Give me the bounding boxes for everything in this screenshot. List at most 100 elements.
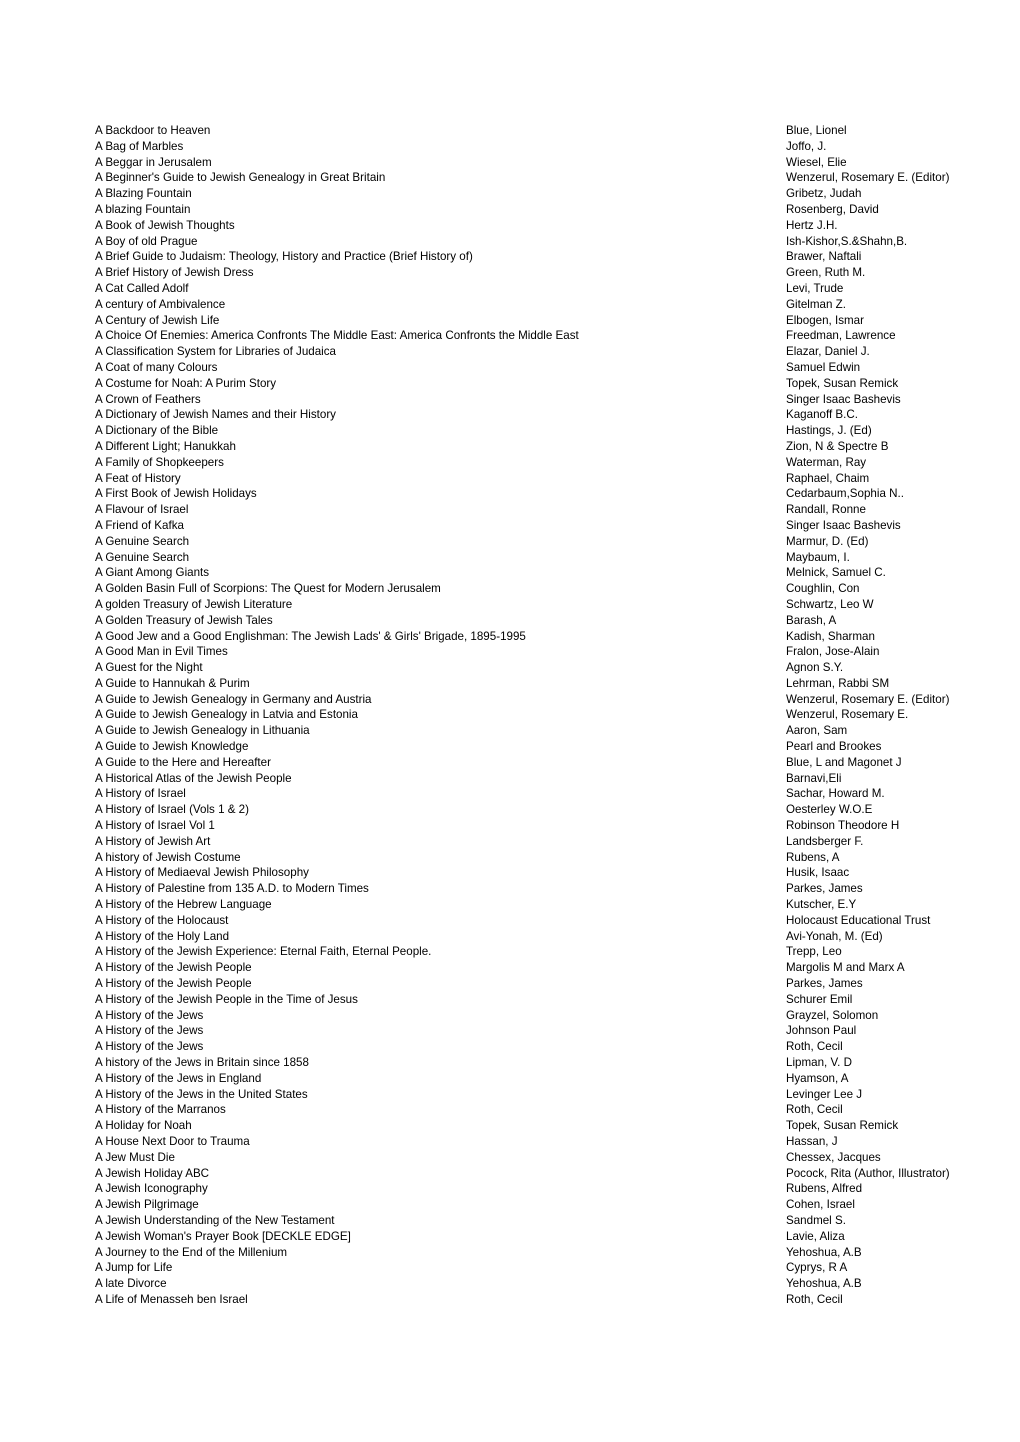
book-row: A Golden Basin Full of Scorpions: The Qu… bbox=[0, 581, 1020, 597]
book-row: A Jewish Holiday ABC Pocock, Rita (Author… bbox=[0, 1166, 1020, 1182]
book-row: A History of Israel Vol 1 Robinson Theodo… bbox=[0, 818, 1020, 834]
book-title: A Feat of History bbox=[95, 471, 181, 485]
book-author: Cyprys, R A bbox=[786, 1261, 848, 1275]
book-title: A Book of Jewish Thoughts bbox=[95, 218, 235, 232]
book-row: A Family of Shopkeepers Waterman, Ray bbox=[0, 455, 1020, 471]
book-author: Holocaust Educational Trust bbox=[786, 913, 931, 927]
book-title: A Dictionary of Jewish Names and their H… bbox=[95, 408, 336, 422]
book-author: Kadish, Sharman bbox=[786, 629, 875, 643]
book-author: Yehoshua, A.B bbox=[786, 1277, 862, 1291]
book-title: A Jew Must Die bbox=[95, 1150, 175, 1164]
book-row: A Blazing Fountain Gribetz, Judah bbox=[0, 186, 1020, 202]
book-author: Levi, Trude bbox=[786, 281, 844, 295]
book-author: Schurer Emil bbox=[786, 992, 853, 1006]
book-author: Grayzel, Solomon bbox=[786, 1008, 879, 1022]
book-author: Cedarbaum,Sophia N.. bbox=[786, 487, 904, 501]
book-title: A Guide to Jewish Genealogy in Lithuania bbox=[95, 724, 310, 738]
book-title: A History of the Jews bbox=[95, 1040, 204, 1054]
book-title: A History of the Jews bbox=[95, 1024, 204, 1038]
book-author: Lipman, V. D bbox=[786, 1056, 852, 1070]
book-row: A History of Mediaeval Jewish Philosophy… bbox=[0, 865, 1020, 881]
document-page: A Backdoor to Heaven Blue, Lionel A Bag of… bbox=[0, 0, 1020, 1442]
book-author: Roth, Cecil bbox=[786, 1040, 843, 1054]
book-title: A Jump for Life bbox=[95, 1261, 173, 1275]
book-row: A Guide to Jewish Genealogy in Latvia an… bbox=[0, 707, 1020, 723]
book-title: A Jewish Understanding of the New Testam… bbox=[95, 1213, 335, 1227]
book-row: A late Divorce Yehoshua, A.B bbox=[0, 1276, 1020, 1292]
book-author: Pearl and Brookes bbox=[786, 740, 882, 754]
book-title: A History of Jewish Art bbox=[95, 834, 211, 848]
book-title: A Golden Treasury of Jewish Tales bbox=[95, 613, 273, 627]
book-row: A Different Light; Hanukkah Zion, N & Spe… bbox=[0, 439, 1020, 455]
book-author: Wenzerul, Rosemary E. (Editor) bbox=[786, 692, 950, 706]
book-title: A history of the Jews in Britain since 1… bbox=[95, 1056, 309, 1070]
book-row: A Beginner's Guide to Jewish Genealogy i… bbox=[0, 170, 1020, 186]
book-row: A Jewish Woman's Prayer Book [DECKLE EDG… bbox=[0, 1229, 1020, 1245]
book-row: A History of the Jews Johnson Paul bbox=[0, 1023, 1020, 1039]
book-author: Green, Ruth M. bbox=[786, 266, 866, 280]
book-title: A Guide to Jewish Knowledge bbox=[95, 740, 249, 754]
book-row: A Bag of Marbles Joffo, J. bbox=[0, 139, 1020, 155]
book-title: A Backdoor to Heaven bbox=[95, 124, 211, 137]
book-row: A History of the Jewish Experience: Eter… bbox=[0, 944, 1020, 960]
book-title: A History of the Jewish Experience: Eter… bbox=[95, 945, 432, 959]
book-author: Cohen, Israel bbox=[786, 1198, 855, 1212]
book-title: A Beginner's Guide to Jewish Genealogy i… bbox=[95, 171, 386, 185]
book-author: Kutscher, E.Y bbox=[786, 898, 857, 912]
book-author: Topek, Susan Remick bbox=[786, 1119, 899, 1133]
book-row: A Boy of old Prague Ish-Kishor,S.&Shahn,B… bbox=[0, 234, 1020, 250]
book-title: A blazing Fountain bbox=[95, 202, 191, 216]
book-title: A History of the Jews in England bbox=[95, 1071, 262, 1085]
book-row: A Good Man in Evil Times Fralon, Jose-Ala… bbox=[0, 644, 1020, 660]
book-row: A History of the Hebrew Language Kutscher… bbox=[0, 897, 1020, 913]
book-author: Marmur, D. (Ed) bbox=[786, 534, 869, 548]
book-title: A Good Man in Evil Times bbox=[95, 645, 228, 659]
book-author: Johnson Paul bbox=[786, 1024, 857, 1038]
book-title: A Crown of Feathers bbox=[95, 392, 201, 406]
book-author: Randall, Ronne bbox=[786, 503, 866, 517]
book-title: A golden Treasury of Jewish Literature bbox=[95, 597, 293, 611]
book-row: A Journey to the End of the Millenium Yeh… bbox=[0, 1245, 1020, 1261]
book-title: A History of the Holy Land bbox=[95, 929, 230, 943]
book-title: A History of Israel Vol 1 bbox=[95, 819, 215, 833]
book-author: Landsberger F. bbox=[786, 834, 864, 848]
book-row: A History of Jewish Art Landsberger F. bbox=[0, 834, 1020, 850]
book-row: A Golden Treasury of Jewish Tales Barash,… bbox=[0, 613, 1020, 629]
book-row: A Guest for the Night Agnon S.Y. bbox=[0, 660, 1020, 676]
book-title: A First Book of Jewish Holidays bbox=[95, 487, 257, 501]
book-row: A Guide to the Here and Hereafter Blue, L… bbox=[0, 755, 1020, 771]
book-row: A History of the Jews in the United Stat… bbox=[0, 1087, 1020, 1103]
book-row: A Guide to Jewish Genealogy in Germany a… bbox=[0, 692, 1020, 708]
book-author: Fralon, Jose-Alain bbox=[786, 645, 880, 659]
book-title: A History of the Jews in the United Stat… bbox=[95, 1087, 308, 1101]
book-title: A Jewish Iconography bbox=[95, 1182, 208, 1196]
book-row: A Book of Jewish Thoughts Hertz J.H. bbox=[0, 218, 1020, 234]
book-row: A Holiday for Noah Topek, Susan Remick bbox=[0, 1118, 1020, 1134]
book-title: A Historical Atlas of the Jewish People bbox=[95, 771, 292, 785]
book-row: A Jewish Pilgrimage Cohen, Israel bbox=[0, 1197, 1020, 1213]
book-title: A History of the Marranos bbox=[95, 1103, 226, 1117]
book-author: Gribetz, Judah bbox=[786, 187, 862, 201]
book-title: A Life of Menasseh ben Israel bbox=[95, 1292, 248, 1306]
book-author: Hertz J.H. bbox=[786, 218, 838, 232]
book-title: A century of Ambivalence bbox=[95, 297, 226, 311]
book-author: Rosenberg, David bbox=[786, 202, 879, 216]
book-author: Rubens, Alfred bbox=[786, 1182, 863, 1196]
book-list: A Backdoor to Heaven Blue, Lionel A Bag of… bbox=[0, 123, 1020, 1308]
book-title: A History of Mediaeval Jewish Philosophy bbox=[95, 866, 309, 880]
book-title: A Guide to Hannukah & Purim bbox=[95, 676, 250, 690]
book-row: A century of Ambivalence Gitelman Z. bbox=[0, 297, 1020, 313]
book-row: A First Book of Jewish Holidays Cedarbaum… bbox=[0, 486, 1020, 502]
book-row: A History of Israel Sachar, Howard M. bbox=[0, 786, 1020, 802]
book-row: A Century of Jewish Life Elbogen, Ismar bbox=[0, 313, 1020, 329]
book-author: Elbogen, Ismar bbox=[786, 313, 864, 327]
book-author: Joffo, J. bbox=[786, 139, 827, 153]
book-row: A golden Treasury of Jewish Literature Sc… bbox=[0, 597, 1020, 613]
book-title: A History of Israel (Vols 1 & 2) bbox=[95, 803, 249, 817]
book-author: Blue, L and Magonet J bbox=[786, 755, 902, 769]
book-author: Gitelman Z. bbox=[786, 297, 846, 311]
book-row: A History of Israel (Vols 1 & 2) Oesterle… bbox=[0, 802, 1020, 818]
book-author: Margolis M and Marx A bbox=[786, 961, 905, 975]
book-author: Parkes, James bbox=[786, 977, 863, 991]
book-author: Hastings, J. (Ed) bbox=[786, 424, 872, 438]
